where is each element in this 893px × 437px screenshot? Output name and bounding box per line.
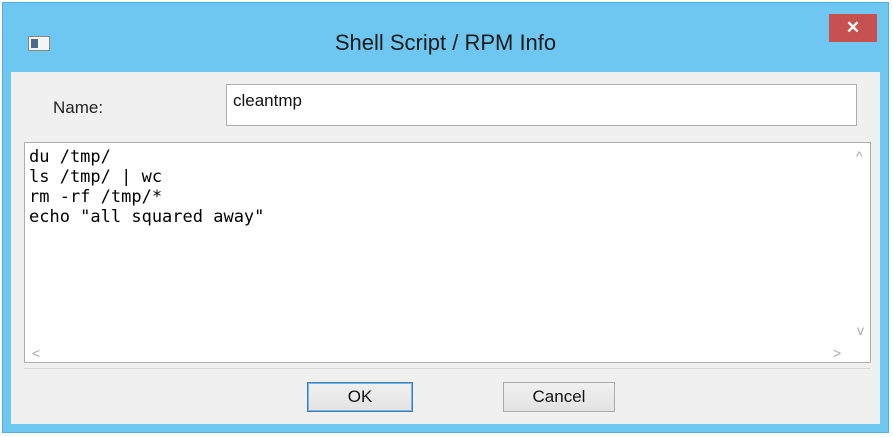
script-text: du /tmp/ ls /tmp/ | wc rm -rf /tmp/* ech… [29, 147, 264, 227]
scroll-right-icon[interactable]: > [833, 346, 841, 360]
footer-divider [24, 368, 871, 369]
name-label: Name: [53, 98, 104, 117]
script-textarea[interactable]: du /tmp/ ls /tmp/ | wc rm -rf /tmp/* ech… [24, 142, 871, 363]
script-line: ls /tmp/ | wc [29, 167, 163, 187]
horizontal-scrollbar[interactable]: < > [25, 344, 853, 362]
dialog-content: Name: cleantmp du /tmp/ ls /tmp/ | wc rm… [11, 72, 880, 424]
vertical-scrollbar[interactable]: ^ v [853, 143, 870, 345]
scroll-down-icon[interactable]: v [857, 323, 864, 337]
window-title: Shell Script / RPM Info [334, 30, 557, 55]
close-icon: ✕ [845, 18, 861, 37]
scroll-up-icon[interactable]: ^ [856, 149, 863, 163]
script-line: du /tmp/ [29, 147, 111, 167]
ok-button[interactable]: OK [307, 382, 413, 412]
dialog-window: Shell Script / RPM Info ✕ Name: cleantmp… [2, 2, 889, 433]
script-line: echo "all squared away" [29, 207, 265, 227]
name-input[interactable]: cleantmp [226, 84, 857, 126]
scroll-left-icon[interactable]: < [32, 346, 40, 360]
cancel-button[interactable]: Cancel [503, 382, 615, 412]
close-button[interactable]: ✕ [829, 14, 877, 42]
script-line: rm -rf /tmp/* [29, 187, 163, 207]
